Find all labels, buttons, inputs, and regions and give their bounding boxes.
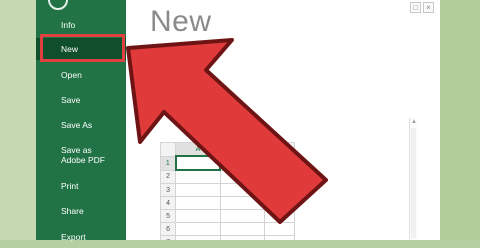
row-header: 6: [160, 222, 177, 236]
cell: [175, 222, 221, 236]
nav-item-export[interactable]: Export: [36, 226, 126, 248]
column-header-c: C: [263, 142, 295, 157]
nav-item-save-as-adobe-pdf[interactable]: Save as Adobe PDF: [36, 144, 126, 166]
column-header-b: [219, 142, 265, 157]
back-icon[interactable]: [48, 0, 68, 10]
cell: [263, 155, 295, 171]
background-right: [440, 0, 480, 240]
cell: [219, 169, 265, 184]
active-cell: [174, 155, 222, 171]
column-header-a: A: [175, 142, 221, 157]
cell: [219, 222, 265, 236]
cell: [263, 196, 295, 210]
corner-cell: [160, 142, 177, 157]
vertical-scrollbar[interactable]: ▲: [409, 118, 417, 240]
nav-item-print[interactable]: Print: [36, 175, 126, 197]
cell: [263, 183, 295, 197]
row-header: 1: [160, 155, 177, 171]
spreadsheet-grid: A C 1 2 3 4 5 6 7: [160, 142, 295, 240]
cell: [219, 155, 265, 171]
close-button[interactable]: ×: [423, 2, 434, 13]
nav-item-new[interactable]: New: [36, 38, 126, 60]
nav-item-share[interactable]: Share: [36, 200, 126, 222]
scroll-thumb[interactable]: [411, 128, 416, 238]
cell: [175, 183, 221, 197]
restore-button[interactable]: □: [410, 2, 421, 13]
cell: [263, 222, 295, 236]
cell: [219, 183, 265, 197]
row-header: 5: [160, 209, 177, 223]
row-header: 4: [160, 196, 177, 210]
screenshot-frame: Info New Open Save Save As Save as Adobe…: [0, 0, 480, 242]
backstage-nav: Info New Open Save Save As Save as Adobe…: [36, 0, 126, 242]
cell: [175, 169, 221, 184]
blank-workbook-template[interactable]: A C 1 2 3 4 5 6 7: [160, 142, 295, 240]
nav-item-save-as[interactable]: Save As: [36, 114, 126, 136]
cell: [175, 209, 221, 223]
nav-item-open[interactable]: Open: [36, 64, 126, 86]
scroll-up-icon[interactable]: ▲: [410, 118, 418, 126]
cell: [219, 196, 265, 210]
page-title: New: [150, 5, 212, 38]
nav-item-info[interactable]: Info: [36, 14, 126, 36]
cell: [263, 169, 295, 184]
cell: [263, 209, 295, 223]
row-header: 3: [160, 183, 177, 197]
cell: [175, 235, 221, 240]
cell: [263, 235, 295, 240]
cell: [175, 196, 221, 210]
row-header: 7: [160, 235, 177, 240]
cell: [219, 209, 265, 223]
row-header: 2: [160, 169, 177, 184]
cell: [219, 235, 265, 240]
nav-item-save[interactable]: Save: [36, 89, 126, 111]
background-left: [0, 0, 36, 240]
